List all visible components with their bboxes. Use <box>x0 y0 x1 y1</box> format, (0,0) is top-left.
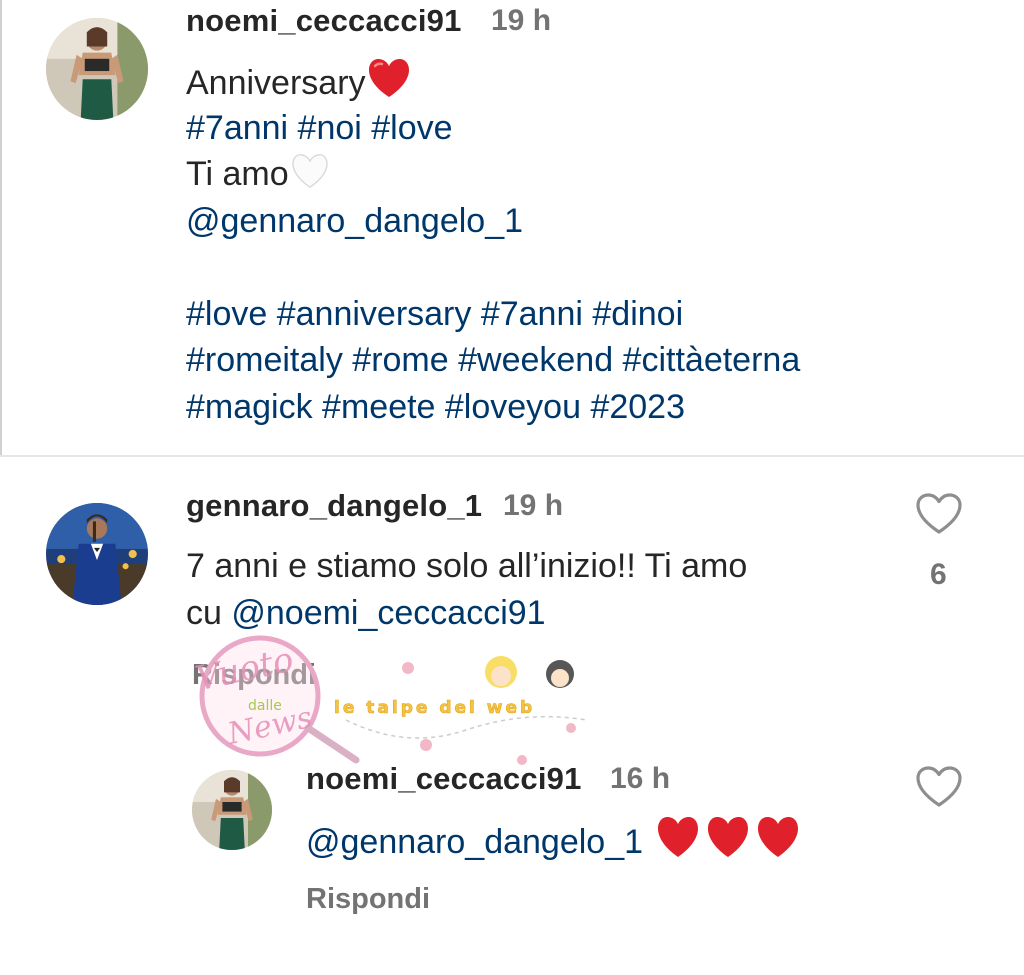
left-edge-line <box>0 0 2 455</box>
comment-line-2-prefix: cu <box>186 593 232 632</box>
heart-outline-icon[interactable] <box>916 766 962 808</box>
caption-text: Anniversary #7anni #noi #love Ti amo @ge… <box>186 58 800 430</box>
reply-text: @gennaro_dangelo_1 <box>306 815 805 862</box>
watermark-logo-text-3: News <box>224 700 315 752</box>
like-count: 6 <box>930 558 947 591</box>
caption-line-1: Anniversary <box>186 58 800 105</box>
mention-link[interactable]: @gennaro_dangelo_1 <box>306 823 643 861</box>
mention-link[interactable]: @noemi_ceccacci91 <box>231 594 545 632</box>
caption-line-6[interactable]: #romeitaly #rome #weekend #cittàeterna <box>186 337 800 384</box>
reply-line: @gennaro_dangelo_1 <box>306 815 805 862</box>
reply-button[interactable]: Rispondi <box>192 659 316 692</box>
comment-username[interactable]: noemi_ceccacci91 <box>186 3 462 39</box>
reply-username[interactable]: noemi_ceccacci91 <box>306 761 582 797</box>
avatar-noemi-reply[interactable] <box>192 770 272 850</box>
comment-username[interactable]: gennaro_dangelo_1 <box>186 488 482 524</box>
watermark-banner: le talpe del web <box>326 650 596 770</box>
reply-button[interactable]: Rispondi <box>306 883 430 916</box>
heart-outline-icon[interactable] <box>916 493 962 535</box>
white-heart-emoji <box>289 153 331 202</box>
caption-line-3: Ti amo <box>186 151 800 198</box>
comment-time: 19 h <box>491 4 552 37</box>
caption-line-4[interactable]: @gennaro_dangelo_1 <box>186 198 800 245</box>
avatar-noemi-reply-photo <box>192 770 272 850</box>
reply-time: 16 h <box>610 762 671 795</box>
avatar-noemi-photo <box>46 18 148 120</box>
comment-line-1: 7 anni e stiamo solo all’inizio!! Ti amo <box>186 547 748 585</box>
avatar-gennaro[interactable] <box>46 503 148 605</box>
avatar-gennaro-photo <box>46 503 148 605</box>
comment-line-2: cu @noemi_ceccacci91 <box>186 590 747 637</box>
caption-line-7[interactable]: #magick #meete #loveyou #2023 <box>186 384 800 431</box>
caption-line-5[interactable]: #love #anniversary #7anni #dinoi <box>186 291 800 338</box>
watermark-logo-text-2: dalle <box>248 698 282 714</box>
watermark-banner-text: le talpe del web <box>334 698 535 718</box>
comment-time: 19 h <box>503 489 564 522</box>
caption-line-3-text: Ti amo <box>186 155 289 193</box>
caption-line-1-text: Anniversary <box>186 64 366 102</box>
comment-divider <box>0 455 1024 457</box>
red-heart-emojis <box>655 815 805 872</box>
comment-text: 7 anni e stiamo solo all’inizio!! Ti amo… <box>186 543 747 636</box>
caption-line-2[interactable]: #7anni #noi #love <box>186 105 800 152</box>
avatar-noemi[interactable] <box>46 18 148 120</box>
red-heart-emoji <box>366 58 412 111</box>
watermark-logo: Vuoto dalle News <box>160 628 360 768</box>
